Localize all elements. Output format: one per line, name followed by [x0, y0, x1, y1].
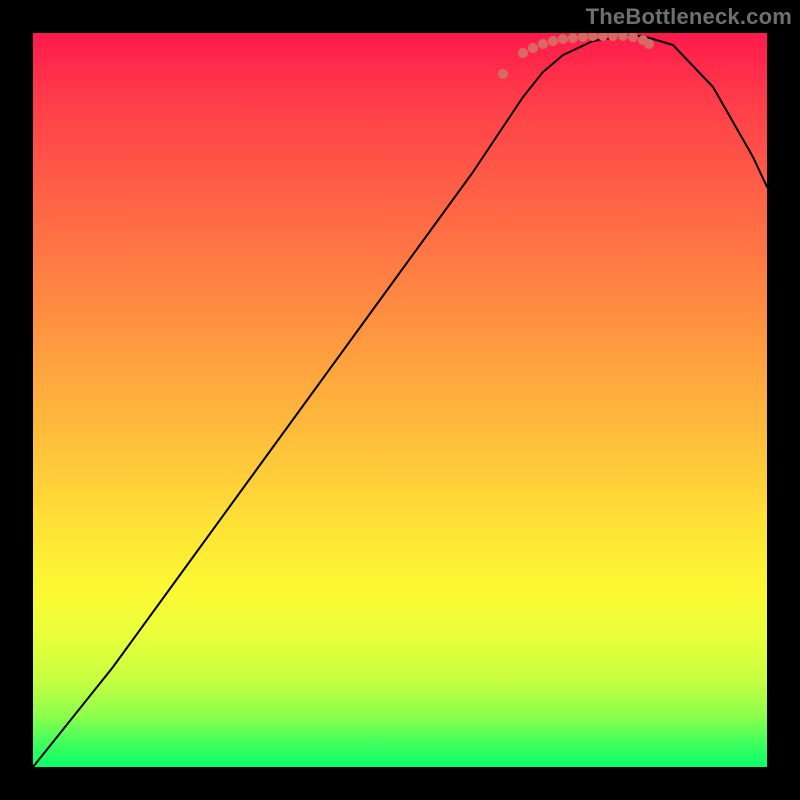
minimum-dot	[518, 48, 528, 58]
minimum-dot	[628, 33, 638, 42]
bottleneck-curve	[33, 36, 767, 767]
minimum-dot	[498, 69, 508, 79]
minimum-dot	[568, 33, 578, 43]
minimum-dot	[578, 33, 588, 42]
minimum-dot	[528, 43, 538, 53]
minimum-dot	[608, 33, 618, 41]
watermark-text: TheBottleneck.com	[586, 4, 792, 30]
minimum-dot	[558, 34, 568, 44]
minimum-dot	[644, 39, 654, 49]
plot-area	[33, 33, 767, 767]
chart-svg	[33, 33, 767, 767]
chart-frame: TheBottleneck.com	[0, 0, 800, 800]
minimum-dot	[538, 39, 548, 49]
bottleneck-minimum-dots	[498, 33, 654, 79]
minimum-dot	[548, 36, 558, 46]
minimum-dot	[618, 33, 628, 41]
